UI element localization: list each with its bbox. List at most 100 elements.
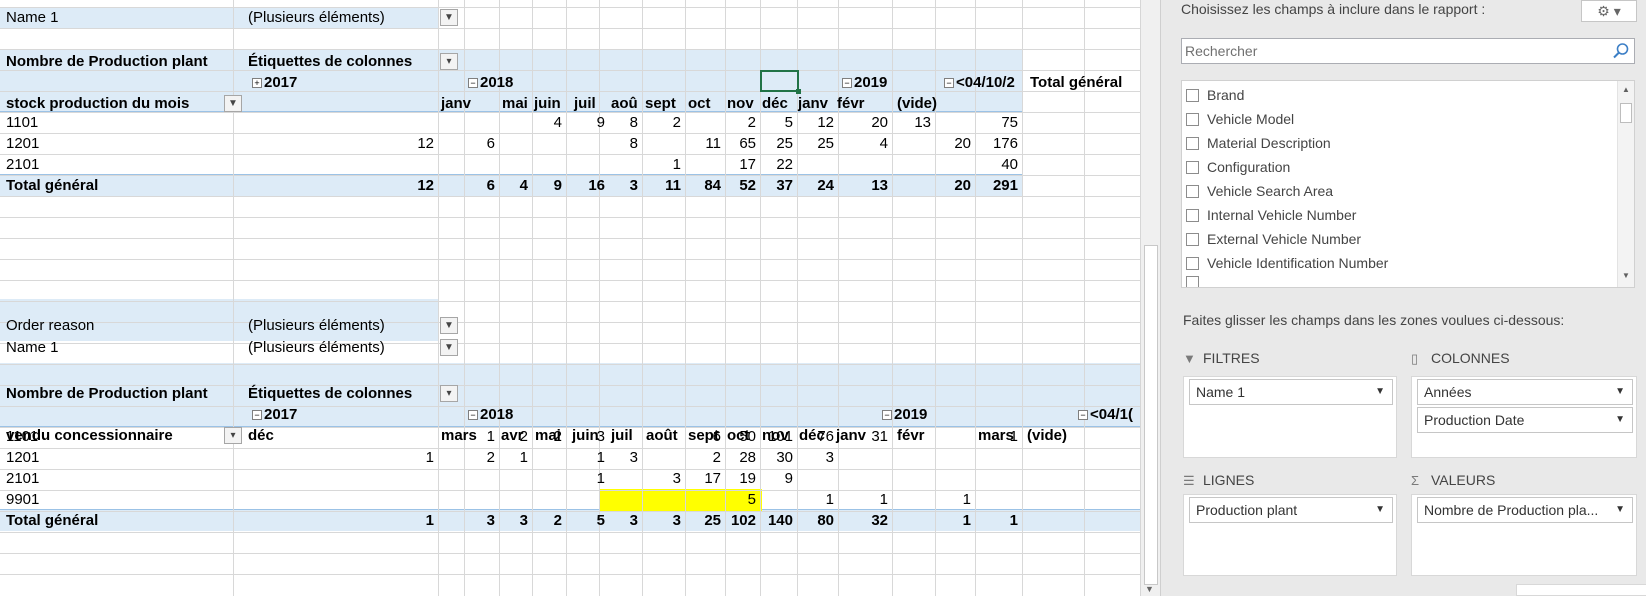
pivot2-year-2019[interactable]: −2019	[882, 404, 927, 426]
scroll-up-icon[interactable]: ▲	[1622, 85, 1630, 94]
scrollbar-thumb[interactable]	[1620, 103, 1632, 123]
filter-icon[interactable]: ▼	[440, 9, 458, 26]
pivot2-cell: 1	[425, 449, 434, 466]
field-item[interactable]: Vehicle Search Area	[1186, 180, 1333, 202]
pivot2-filter-name-label: Name 1	[6, 339, 59, 356]
search-box[interactable]	[1181, 38, 1635, 64]
filter-icon[interactable]: ▼	[440, 339, 458, 356]
collapse-icon[interactable]: −	[1078, 410, 1088, 420]
filter-icon[interactable]: ▼	[224, 95, 242, 112]
dropdown-arrow-icon[interactable]: ▼	[1615, 498, 1625, 522]
field-checkbox[interactable]	[1186, 233, 1199, 246]
field-partial	[1186, 271, 1207, 287]
pivot1-filter-value: (Plusieurs éléments)	[248, 9, 385, 26]
values-item[interactable]: Nombre de Production pla... ▼	[1417, 497, 1633, 523]
pivot2-month-header: (vide)	[1027, 427, 1068, 444]
filters-item[interactable]: Name 1 ▼	[1189, 379, 1393, 405]
field-item[interactable]: External Vehicle Number	[1186, 228, 1361, 250]
dropdown-arrow-icon[interactable]: ▼	[1375, 498, 1385, 522]
columns-item[interactable]: Production Date ▼	[1417, 407, 1633, 433]
pivot1-year-2018[interactable]: −2018	[468, 72, 513, 94]
dropdown-arrow-icon[interactable]: ▼	[1375, 380, 1385, 404]
field-checkbox[interactable]	[1186, 161, 1199, 174]
pivot1-row-label: 2101	[6, 156, 40, 173]
pivot1-year-2017[interactable]: +2017	[252, 72, 297, 94]
scrollbar-thumb[interactable]	[1144, 245, 1158, 585]
grid-row-line	[0, 28, 1140, 29]
pivot1-month-header: janv	[441, 95, 472, 112]
scroll-down-icon[interactable]: ▼	[1622, 271, 1630, 280]
choose-fields-label: Choisissez les champs à inclure dans le …	[1181, 1, 1486, 17]
pivot1-cell: 22	[776, 156, 793, 173]
field-checkbox[interactable]	[1186, 185, 1199, 198]
pivot2-year-2018[interactable]: −2018	[468, 404, 513, 426]
filter-icon: ▼	[1183, 351, 1196, 366]
field-checkbox[interactable]	[1186, 209, 1199, 222]
collapse-icon[interactable]: −	[468, 78, 478, 88]
columns-zone-header: ▯ COLONNES	[1411, 338, 1510, 378]
field-list[interactable]: Brand Vehicle Model Material Description Co…	[1181, 80, 1635, 288]
field-checkbox[interactable]	[1186, 257, 1199, 270]
drag-hint: Faites glisser les champs dans les zones…	[1183, 312, 1565, 328]
grid-row-line	[0, 532, 1140, 533]
field-list-scrollbar[interactable]: ▲ ▼	[1617, 81, 1634, 287]
filter-icon[interactable]: ▼	[440, 317, 458, 334]
selected-cell[interactable]	[760, 70, 801, 94]
field-item[interactable]: Vehicle Identification Number	[1186, 252, 1388, 274]
pivot1-values-label: Nombre de Production plant	[6, 53, 208, 70]
collapse-icon[interactable]: −	[252, 410, 262, 420]
gear-icon[interactable]: ⚙ ▾	[1581, 0, 1637, 22]
field-checkbox[interactable]	[1186, 137, 1199, 150]
pivot2-row-label: 1201	[6, 449, 40, 466]
column-labels-dropdown[interactable]: ▾	[440, 53, 458, 70]
rows-item[interactable]: Production plant ▼	[1189, 497, 1393, 523]
field-label: Vehicle Identification Number	[1207, 255, 1389, 271]
field-label: External Vehicle Number	[1207, 231, 1362, 247]
grid-column-line	[642, 0, 643, 596]
pivot2-cell: 5	[747, 491, 756, 508]
expand-icon[interactable]: +	[252, 78, 262, 88]
filter-icon[interactable]: ▾	[224, 427, 242, 444]
scroll-down-icon[interactable]: ▼	[1145, 584, 1154, 594]
pivot1-year-2019[interactable]: −2019	[842, 72, 887, 94]
pivot1-date-group[interactable]: − <04/10/2	[944, 72, 1015, 94]
field-item[interactable]: Material Description	[1186, 132, 1331, 154]
grid-row-line	[0, 259, 1140, 260]
dropdown-arrow-icon[interactable]: ▼	[1615, 408, 1625, 432]
field-item[interactable]: Internal Vehicle Number	[1186, 204, 1356, 226]
field-checkbox[interactable]	[1186, 89, 1199, 102]
collapse-icon[interactable]: −	[882, 410, 892, 420]
pivot2-filter-name-value: (Plusieurs éléments)	[248, 339, 385, 356]
field-item[interactable]: Brand	[1186, 84, 1244, 106]
grid-row-line	[0, 364, 1140, 365]
pivot2-year-2017[interactable]: −2017	[252, 404, 297, 426]
field-item[interactable]: Configuration	[1186, 156, 1290, 178]
pivot2-values-label: Nombre de Production plant	[6, 385, 208, 402]
vertical-scrollbar[interactable]: ▼	[1140, 0, 1160, 596]
pivot2-date-group[interactable]: − <04/1(	[1078, 404, 1133, 426]
field-checkbox[interactable]	[1186, 113, 1199, 126]
pivot2-cell: 76	[817, 428, 834, 445]
pivot2-cell: 3	[629, 449, 638, 466]
pivot1-cell: 4	[879, 135, 888, 152]
pivot1-cell: 12	[417, 135, 434, 152]
pivot2-filter-order-value: (Plusieurs éléments)	[248, 317, 385, 334]
column-labels-filter[interactable]: ▾	[440, 385, 458, 402]
collapse-icon[interactable]: −	[944, 78, 954, 88]
pivot1-total-label: Total général	[6, 177, 99, 194]
collapse-icon[interactable]: −	[468, 410, 478, 420]
search-icon[interactable]	[1612, 42, 1630, 60]
spreadsheet-grid[interactable]: Name 1 (Plusieurs éléments) ▼ Nombre de …	[0, 0, 1140, 596]
dropdown-arrow-icon[interactable]: ▼	[1615, 380, 1625, 404]
columns-item[interactable]: Années ▼	[1417, 379, 1633, 405]
field-item[interactable]: Vehicle Model	[1186, 108, 1294, 130]
search-input[interactable]	[1182, 39, 1602, 63]
pivot2-filter-order-label: Order reason	[6, 317, 95, 334]
pivot1-cell: 75	[1001, 114, 1018, 131]
pivot2-row-label: 2101	[6, 470, 40, 487]
pivot1-total-cell: 24	[817, 177, 834, 194]
collapse-icon[interactable]: −	[842, 78, 852, 88]
grid-column-line	[892, 0, 893, 596]
grid-column-line	[685, 0, 686, 596]
pivot2-cell: 1	[825, 491, 834, 508]
